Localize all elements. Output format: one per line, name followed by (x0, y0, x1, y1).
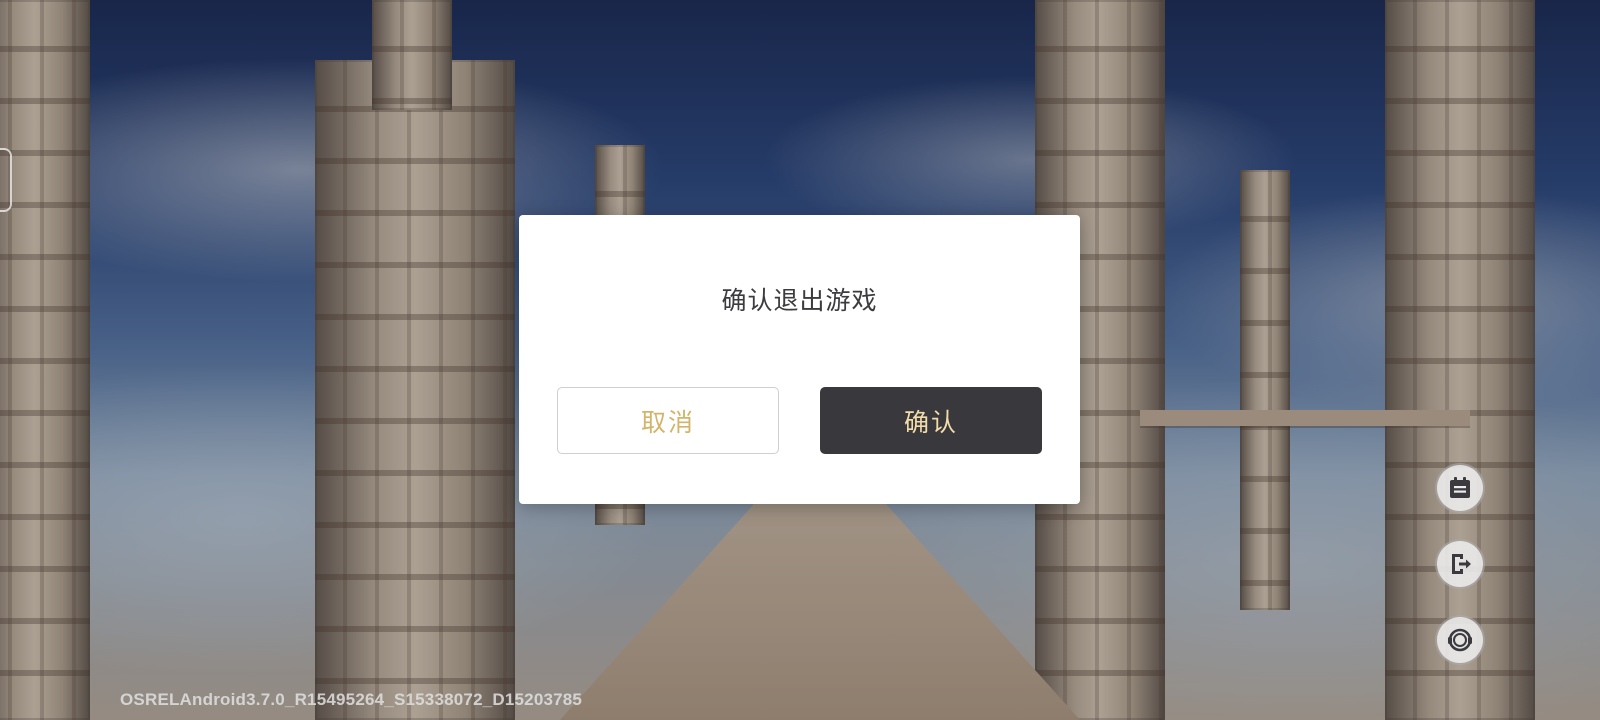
confirm-button[interactable]: 确认 (820, 387, 1042, 454)
notice-board-icon (1447, 475, 1473, 501)
dialog-title: 确认退出游戏 (721, 286, 878, 315)
game-start-screen: 确认退出游戏 取消 确认 OSRELAndroid3.7.0_R15495264… (0, 0, 1600, 720)
customer-service-button[interactable] (1437, 617, 1483, 663)
side-tab-handle (0, 148, 12, 212)
cancel-button[interactable]: 取消 (557, 387, 779, 454)
exit-icon (1447, 551, 1473, 577)
exit-button[interactable] (1437, 541, 1483, 587)
notice-board-button[interactable] (1437, 465, 1483, 511)
exit-confirm-dialog: 确认退出游戏 取消 确认 (519, 215, 1080, 504)
customer-service-icon (1446, 626, 1474, 654)
version-string: OSRELAndroid3.7.0_R15495264_S15338072_D1… (120, 690, 583, 709)
